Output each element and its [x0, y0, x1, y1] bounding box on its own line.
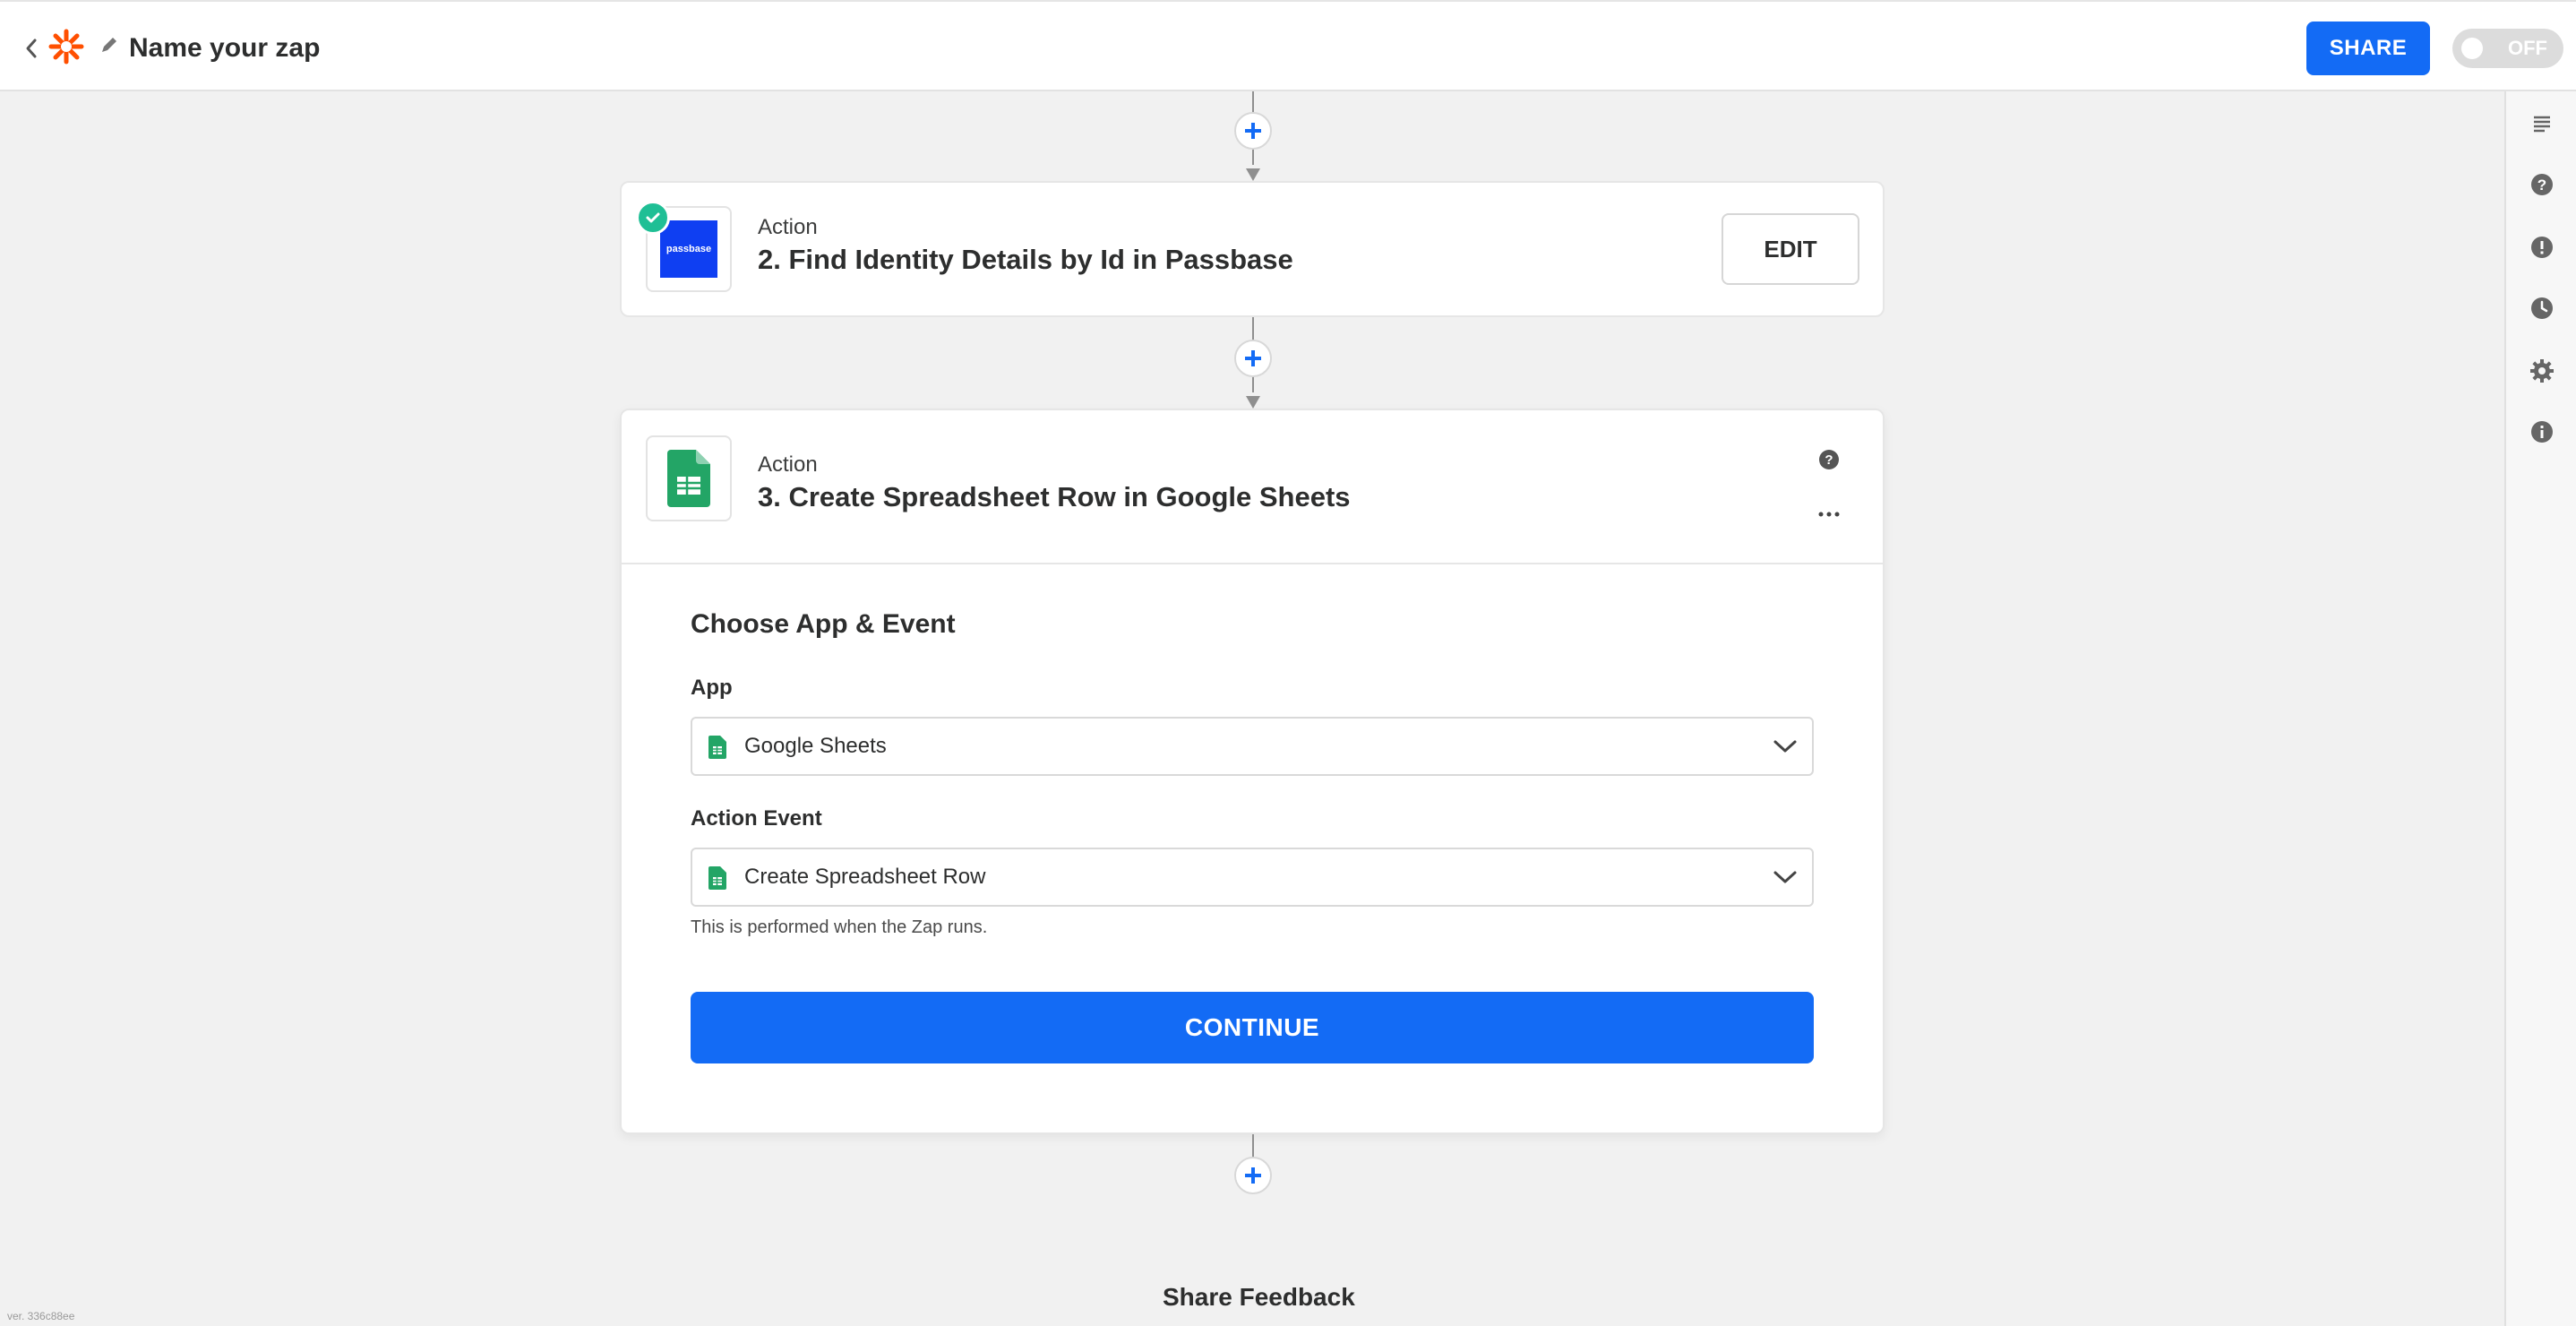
step-more-options-icon[interactable]	[1818, 507, 1840, 523]
step-title: 3. Create Spreadsheet Row in Google Shee…	[758, 481, 1351, 512]
share-button[interactable]: SHARE	[2306, 22, 2430, 75]
help-icon: ?	[2531, 174, 2553, 195]
chevron-left-icon	[26, 39, 37, 58]
app-field-label: App	[691, 676, 733, 700]
step-type-label: Action	[758, 215, 818, 239]
alert-icon	[2531, 237, 2553, 258]
pencil-icon[interactable]	[99, 34, 120, 56]
app-select-value: Google Sheets	[744, 734, 887, 758]
share-feedback-link[interactable]: Share Feedback	[1163, 1283, 1355, 1312]
plus-icon	[1245, 350, 1261, 366]
section-title: Choose App & Event	[691, 609, 956, 639]
add-step-button[interactable]	[1234, 112, 1272, 150]
zap-title[interactable]: Name your zap	[129, 29, 320, 68]
connector-arrow	[1246, 396, 1260, 409]
plus-icon	[1245, 1167, 1261, 1184]
settings-button[interactable]	[2519, 348, 2565, 394]
passbase-logo: passbase	[660, 220, 717, 278]
step-help-icon[interactable]: ?	[1818, 449, 1840, 475]
info-icon	[2531, 421, 2553, 443]
action-event-field-label: Action Event	[691, 806, 822, 831]
card-divider	[622, 563, 1883, 564]
top-bar: Name your zap SHARE OFF	[0, 0, 2576, 91]
svg-text:?: ?	[2537, 177, 2546, 194]
continue-button[interactable]: CONTINUE	[691, 992, 1814, 1063]
alerts-button[interactable]	[2519, 224, 2565, 271]
action-event-select-value: Create Spreadsheet Row	[744, 865, 986, 889]
gear-icon	[2530, 359, 2554, 383]
action-event-select[interactable]: Create Spreadsheet Row	[691, 848, 1814, 907]
right-sidebar: ?	[2504, 91, 2576, 1326]
details-button[interactable]	[2519, 409, 2565, 455]
action-event-hint: This is performed when the Zap runs.	[691, 917, 988, 937]
connector-arrow	[1246, 168, 1260, 181]
chevron-down-icon	[1773, 867, 1798, 891]
add-step-button[interactable]	[1234, 1157, 1272, 1194]
chevron-down-icon	[1773, 736, 1798, 761]
zapier-logo-icon[interactable]	[48, 29, 84, 65]
google-sheets-app-icon	[646, 435, 732, 521]
add-step-button[interactable]	[1234, 340, 1272, 377]
zap-on-off-toggle[interactable]: OFF	[2452, 29, 2563, 68]
toggle-knob	[2461, 38, 2483, 59]
svg-text:?: ?	[1825, 452, 1833, 468]
app-select[interactable]: Google Sheets	[691, 717, 1814, 776]
toggle-label: OFF	[2508, 37, 2547, 59]
step-type-label: Action	[758, 452, 818, 477]
step-title: 2. Find Identity Details by Id in Passba…	[758, 244, 1293, 275]
history-icon	[2531, 297, 2553, 319]
back-button[interactable]	[18, 29, 45, 68]
help-button[interactable]: ?	[2519, 161, 2565, 208]
plus-icon	[1245, 123, 1261, 139]
version-label: ver. 336c88ee	[7, 1310, 75, 1322]
step-complete-check-icon	[636, 201, 670, 235]
google-sheets-icon	[708, 736, 726, 763]
google-sheets-icon	[708, 866, 726, 894]
outline-button[interactable]	[2519, 100, 2565, 147]
outline-icon	[2534, 116, 2550, 133]
history-button[interactable]	[2519, 285, 2565, 332]
edit-step-button[interactable]: EDIT	[1722, 213, 1859, 285]
